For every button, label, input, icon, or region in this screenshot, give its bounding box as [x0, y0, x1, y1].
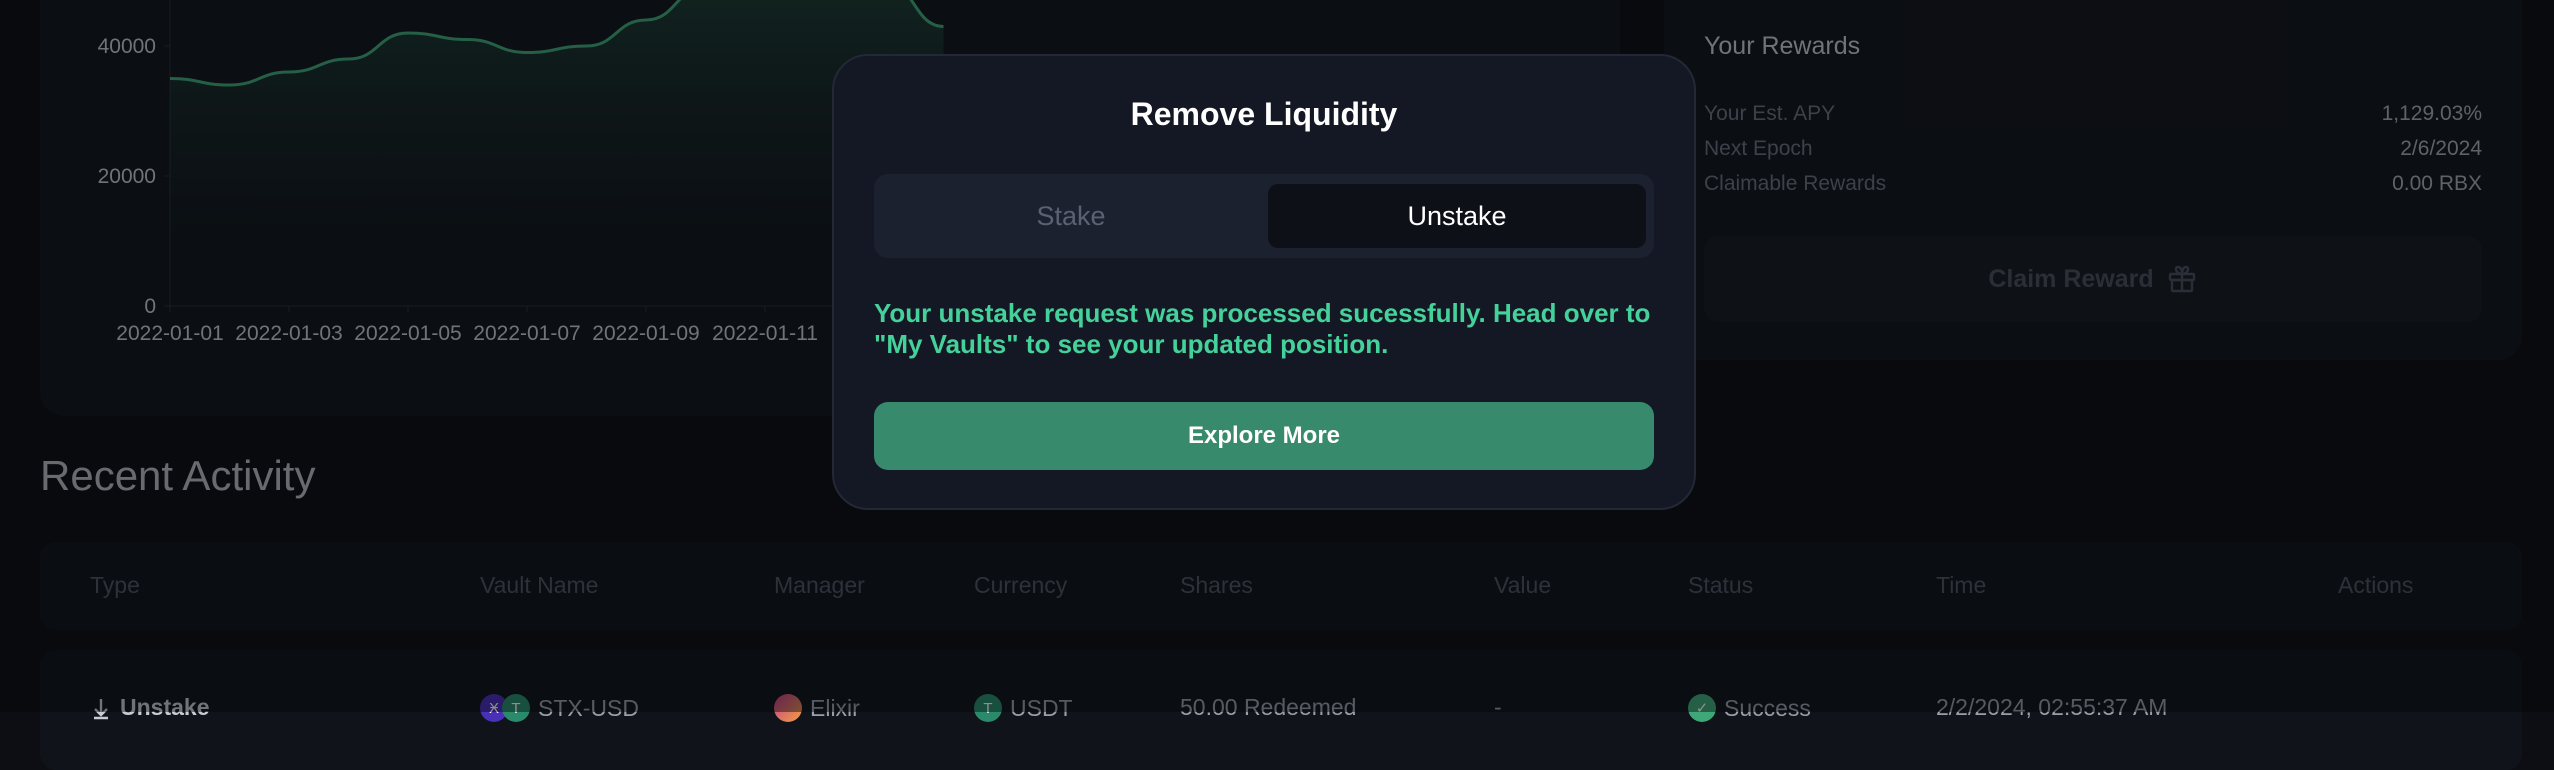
- explore-more-button[interactable]: Explore More: [874, 402, 1654, 470]
- modal-title: Remove Liquidity: [834, 96, 1694, 133]
- success-message: Your unstake request was processed suces…: [874, 298, 1654, 360]
- stake-unstake-toggle: Stake Unstake: [874, 174, 1654, 258]
- tab-stake[interactable]: Stake: [882, 184, 1260, 248]
- tab-unstake[interactable]: Unstake: [1268, 184, 1646, 248]
- remove-liquidity-modal: Remove Liquidity Stake Unstake Your unst…: [832, 54, 1696, 510]
